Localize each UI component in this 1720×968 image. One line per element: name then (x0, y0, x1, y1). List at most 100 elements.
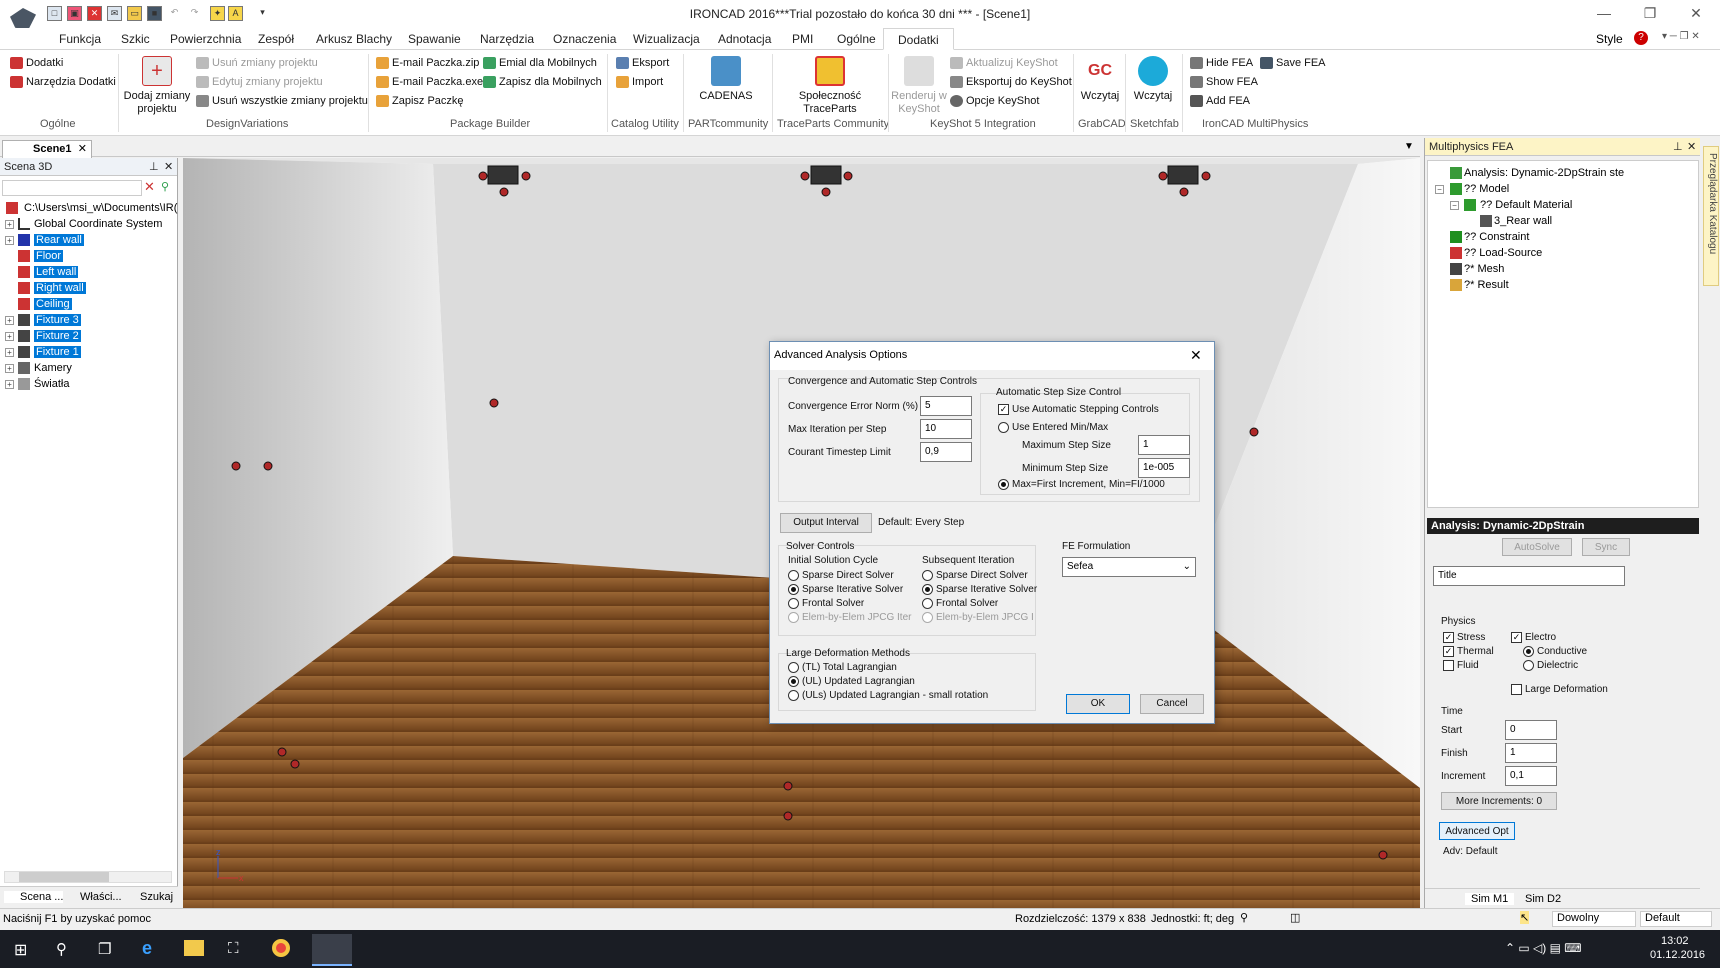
fea-tree-result[interactable]: ?* Result (1432, 277, 1624, 293)
hide-fea-button[interactable]: Hide FEA (1188, 54, 1253, 72)
ld-tl-radio[interactable] (788, 662, 799, 673)
style-menu[interactable]: Style (1596, 32, 1623, 46)
usun-wszystkie-button[interactable]: Usuń wszystkie zmiany projektu (194, 92, 368, 110)
fea-tree-constraint[interactable]: ?? Constraint (1432, 229, 1624, 245)
renderuj-keyshot-button[interactable]: Renderuj w KeyShot (890, 56, 948, 116)
narzedzia-dodatki-button[interactable]: Narzędzia Dodatki (8, 73, 116, 91)
start-input[interactable]: 0 (1505, 720, 1557, 740)
use-auto-checkbox[interactable]: ✓ (998, 404, 1009, 415)
eksport-button[interactable]: Eksport (614, 54, 669, 72)
default-select[interactable]: Default (1640, 911, 1712, 927)
fea-tree-analysis[interactable]: Analysis: Dynamic-2DpStrain ste (1432, 165, 1624, 181)
tree-root[interactable]: C:\Users\msi_w\Documents\IR( (2, 200, 177, 216)
expand-icon[interactable]: + (5, 348, 14, 357)
tab-pmi[interactable]: PMI (790, 28, 815, 50)
large-def-checkbox[interactable] (1511, 684, 1522, 695)
tree-item-kamery[interactable]: + Kamery (2, 360, 177, 376)
zoom-icon[interactable]: ⚲ (1240, 911, 1248, 924)
ld-uls-radio[interactable] (788, 690, 799, 701)
zapisz-mobilnych-button[interactable]: Zapisz dla Mobilnych (481, 73, 602, 91)
dielectric-radio[interactable] (1523, 660, 1534, 671)
expand-icon[interactable]: + (5, 236, 14, 245)
edytuj-zmiany-button[interactable]: Edytuj zmiany projektu (194, 73, 323, 91)
finish-input[interactable]: 1 (1505, 743, 1557, 763)
ld-ul-radio[interactable] (788, 676, 799, 687)
tab-ogolne[interactable]: Ogólne (835, 28, 878, 50)
close-icon[interactable]: ✕ (164, 158, 173, 176)
tab-powierzchnia[interactable]: Powierzchnia (168, 28, 243, 50)
title-input[interactable]: Title (1433, 566, 1625, 586)
tree-item-right-wall[interactable]: Right wall (2, 280, 177, 296)
clock-date[interactable]: 01.12.2016 (1650, 949, 1705, 961)
email-zip-button[interactable]: E-mail Paczka.zip (374, 54, 479, 72)
dodaj-zmiany-button[interactable]: + Dodaj zmiany projektu (122, 56, 192, 116)
eksportuj-keyshot-button[interactable]: Eksportuj do KeyShot (948, 73, 1072, 91)
tab-zespol[interactable]: Zespół (256, 28, 296, 50)
zapisz-paczke-button[interactable]: Zapisz Paczkę (374, 92, 464, 110)
tree-item-fixture-2[interactable]: + Fixture 2 (2, 328, 177, 344)
scene-search-field[interactable] (2, 180, 142, 196)
tray-icons[interactable]: ⌃ ▭ ◁) ▤ ⌨ (1505, 941, 1582, 955)
tree-item-ceiling[interactable]: Ceiling (2, 296, 177, 312)
autosolve-button[interactable]: AutoSolve (1502, 538, 1572, 556)
sub-sparse-direct-radio[interactable] (922, 570, 933, 581)
aktualizuj-keyshot-button[interactable]: Aktualizuj KeyShot (948, 54, 1058, 72)
tree-item-floor[interactable]: Floor (2, 248, 177, 264)
fea-tree-material[interactable]: − ?? Default Material (1432, 197, 1624, 213)
show-fea-button[interactable]: Show FEA (1188, 73, 1258, 91)
file-explorer-icon[interactable] (184, 940, 204, 956)
tab-dodatki[interactable]: Dodatki (883, 28, 954, 50)
emial-mobilnych-button[interactable]: Emial dla Mobilnych (481, 54, 597, 72)
ok-button[interactable]: OK (1066, 694, 1130, 714)
expand-icon[interactable]: + (5, 332, 14, 341)
opcje-keyshot-button[interactable]: Opcje KeyShot (948, 92, 1039, 110)
tree-item-left-wall[interactable]: Left wall (2, 264, 177, 280)
max-first-radio[interactable] (998, 479, 1009, 490)
tab-funkcja[interactable]: Funkcja (57, 28, 103, 50)
expand-icon[interactable]: − (1435, 185, 1444, 194)
expand-icon[interactable]: + (5, 380, 14, 389)
tree-item-fixture-1[interactable]: + Fixture 1 (2, 344, 177, 360)
min-step-input[interactable]: 1e-005 (1138, 458, 1190, 478)
windows-start-icon[interactable]: ⊞ (14, 940, 27, 960)
filter-icon[interactable]: ⚲ (161, 180, 175, 194)
view-icon[interactable]: ◫ (1290, 911, 1300, 924)
tab-oznaczenia[interactable]: Oznaczenia (551, 28, 618, 50)
tab-sim-m1[interactable]: Sim M1 (1465, 893, 1515, 905)
import-button[interactable]: Import (614, 73, 663, 91)
fea-tree-model[interactable]: − ?? Model (1432, 181, 1624, 197)
courant-input[interactable]: 0,9 (920, 442, 972, 462)
tab-szkic[interactable]: Szkic (119, 28, 152, 50)
usun-zmiany-button[interactable]: Usuń zmiany projektu (194, 54, 318, 72)
grabcad-wczytaj-button[interactable]: GC Wczytaj (1078, 56, 1122, 103)
tab-narzedzia[interactable]: Narzędzia (478, 28, 536, 50)
sync-button[interactable]: Sync (1582, 538, 1630, 556)
chevron-down-icon[interactable]: ▼ (1404, 141, 1414, 152)
dodatki-button[interactable]: Dodatki (8, 54, 63, 72)
tab-spawanie[interactable]: Spawanie (406, 28, 463, 50)
dialog-close-icon[interactable]: ✕ (1190, 347, 1202, 364)
init-frontal-radio[interactable] (788, 598, 799, 609)
ribbon-minimize-icon[interactable]: ▾ ─ ❐ ✕ (1662, 31, 1700, 42)
conv-error-input[interactable]: 5 (920, 396, 972, 416)
pin-icon[interactable]: ⊥ (1673, 138, 1683, 156)
catalog-sidebar-tab[interactable]: Przeglądarka Katalogu (1703, 146, 1719, 286)
use-entered-radio[interactable] (998, 422, 1009, 433)
expand-icon[interactable]: + (5, 316, 14, 325)
electro-checkbox[interactable]: ✓ (1511, 632, 1522, 643)
tab-szukaj[interactable]: Szukaj (124, 891, 173, 903)
max-step-input[interactable]: 1 (1138, 435, 1190, 455)
horizontal-scrollbar[interactable] (4, 871, 172, 883)
scrollbar-thumb[interactable] (19, 872, 109, 882)
tree-item-swiatla[interactable]: + Światła (2, 376, 177, 392)
expand-icon[interactable]: − (1450, 201, 1459, 210)
task-view-icon[interactable]: ❐ (98, 940, 111, 958)
cancel-button[interactable]: Cancel (1140, 694, 1204, 714)
store-icon[interactable]: ⛶ (228, 940, 239, 957)
init-sparse-direct-radio[interactable] (788, 570, 799, 581)
cadenas-button[interactable]: CADENAS (688, 56, 764, 103)
help-icon[interactable]: ? (1634, 31, 1648, 45)
clear-filter-icon[interactable]: ✕ (144, 180, 158, 194)
expand-icon[interactable]: + (5, 220, 14, 229)
mode-select[interactable]: Dowolny (1552, 911, 1636, 927)
